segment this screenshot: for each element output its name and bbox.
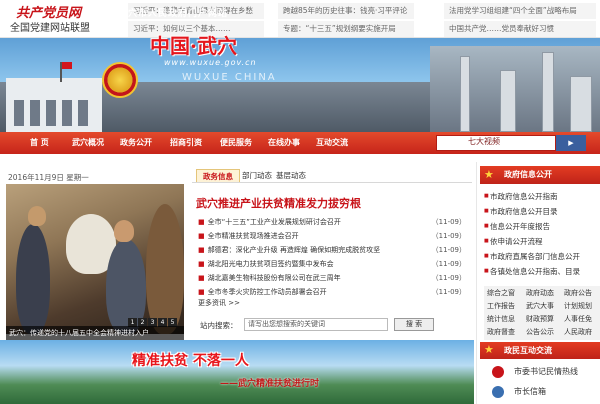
star-icon: ★ [484,168,494,181]
news-title[interactable]: 全市“十三五”工业产业发展规划研讨会召开 [208,218,341,226]
banner-url: www.wuxue.gov.cn [164,58,257,67]
bullet-icon: ■ [198,246,205,254]
grid-link[interactable]: 武穴大事 [526,301,554,311]
news-title[interactable]: 郝德君：深化产业升级 再造辉煌 确保如期完成脱贫攻坚 [208,246,380,254]
grid-link[interactable]: 综合之窗 [487,288,515,298]
headline[interactable]: 武穴推进产业扶贫精准发力拔穷根 [196,195,361,211]
banner-site-name: 湖北省武穴市人民政府门户网站 [88,9,229,19]
logo-subtitle[interactable]: 全国党建网站联盟 [10,19,90,34]
grid-link[interactable]: 政府督查 [487,327,515,337]
bullet-icon: ■ [198,260,205,268]
grid-link[interactable]: 计划规划 [564,301,592,311]
top-news-column-3: 法用党学习组组建“四个全面”战略布局 中国共产党……党员奉献好习惯 [444,3,596,37]
tab-gov-info[interactable]: 政务信息 [196,169,240,183]
gov-info-link[interactable]: 市政府信息公开指南 [484,190,600,203]
news-title[interactable]: 湖北阳光电力扶贫项目签约暨集中发布会 [208,260,334,268]
mayor-mailbox-label[interactable]: 市长信箱 [514,387,546,396]
banner-factory-image [430,46,600,132]
grid-link[interactable]: 人事任免 [564,314,592,324]
tab-grassroots-news[interactable]: 基层动态 [270,169,312,183]
current-date: 2016年11月9日 星期一 [8,173,89,182]
secretary-hotline-button[interactable]: 市委书记民情热线 [484,364,600,380]
news-item[interactable]: ■ 全市“十三五”工业产业发展规划研讨会召开 （11-09） [198,216,466,228]
grid-link[interactable]: 人民政府 [564,327,592,337]
tab-divider [192,182,472,183]
news-date: （11-09） [428,272,466,284]
news-item[interactable]: ■ 湖北阳光电力扶贫项目签约暨集中发布会 （11-09） [198,258,466,270]
banner-government-building [6,78,102,132]
news-date: （11-09） [428,216,466,228]
news-date: （11-09） [428,286,466,298]
more-link[interactable]: 更多资讯 >> [198,298,240,308]
gov-info-link[interactable]: 信息公开年度报告 [484,220,600,233]
poverty-banner-title: 精准扶贫 不落一人 [132,353,249,369]
site-search-label: 站内搜索： [200,321,238,330]
nav-item-gov-affairs[interactable]: 政务公开 [120,132,152,154]
national-emblem-icon [102,62,138,98]
news-title[interactable]: 全市冬季火灾防控工作动员部署会召开 [208,288,327,296]
news-photo[interactable] [6,184,184,334]
grid-link[interactable]: 财政预算 [526,314,554,324]
flag-icon [60,62,72,82]
photo-caption[interactable]: 武穴：传递党的十八届五中全会精神进村入户 [6,326,184,340]
nav-video-label[interactable]: 七大视频 [468,136,500,147]
top-news-column-2: 跨越85年的历史往事：钱亮·习平评论 专题：“十三五”规划纲要实施开局 [278,3,414,37]
news-date: （11-09） [428,258,466,270]
banner-title: 中国·武穴 [150,34,237,58]
top-news-link[interactable]: 法用党学习组组建“四个全面”战略布局 [444,3,596,19]
nav-item-services[interactable]: 便民服务 [220,132,252,154]
gov-info-title[interactable]: 政府信息公开 [480,166,600,184]
grid-link[interactable]: 政府动态 [526,288,554,298]
site-search-input[interactable]: 请写出您想搜索的关键词 [244,318,388,331]
gov-info-link[interactable]: 依申请公开流程 [484,235,600,248]
bullet-icon: ■ [198,232,205,240]
secretary-hotline-label[interactable]: 市委书记民情热线 [514,367,578,376]
news-item[interactable]: ■ 湖北嘉美生物科技股份有限公司在武三周年 （11-09） [198,272,466,284]
mailbox-icon [492,386,504,398]
news-title[interactable]: 全市精准扶贫现场推进会召开 [208,232,299,240]
interaction-title[interactable]: 政民互动交流 [480,342,600,359]
top-news-link[interactable]: 中国共产党……党员奉献好习惯 [444,21,596,37]
grid-link[interactable]: 政府公告 [564,288,592,298]
hotline-icon [492,366,504,378]
nav-search-button[interactable]: ▶ [556,135,586,151]
nav-item-online[interactable]: 在线办事 [268,132,300,154]
news-date: （11-09） [428,230,466,242]
mayor-mailbox-button[interactable]: 市长信箱 [484,384,600,400]
bullet-icon: ■ [198,274,205,282]
nav-item-home[interactable]: 首 页 [30,132,49,154]
news-item[interactable]: ■ 郝德君：深化产业升级 再造辉煌 确保如期完成脱贫攻坚 （11-09） [198,244,466,256]
poverty-banner-subtitle: ——武穴精准扶贫进行时 [220,379,320,389]
bullet-icon: ■ [198,218,205,226]
grid-link[interactable]: 统计信息 [487,314,515,324]
main-nav: 首 页 武穴概况 政务公开 招商引资 便民服务 在线办事 互动交流 [0,132,600,154]
news-title[interactable]: 湖北嘉美生物科技股份有限公司在武三周年 [208,274,341,282]
gov-info-link[interactable]: 市政府直属各部门信息公开 [484,250,600,263]
news-item[interactable]: ■ 全市冬季火灾防控工作动员部署会召开 （11-09） [198,286,466,298]
grid-link[interactable]: 公告公示 [526,327,554,337]
news-item[interactable]: ■ 全市精准扶贫现场推进会召开 （11-09） [198,230,466,242]
grid-link[interactable]: 工作报告 [487,301,515,311]
top-news-link[interactable]: 专题：“十三五”规划纲要实施开局 [278,21,414,37]
gov-info-link[interactable]: 各镇处信息公开指南、目录 [484,265,600,278]
star-icon: ★ [484,343,494,356]
nav-item-overview[interactable]: 武穴概况 [72,132,104,154]
gov-info-link[interactable]: 市政府信息公开目录 [484,205,600,218]
gov-info-grid: 综合之窗 政府动态 政府公告 工作报告 武穴大事 计划规划 统计信息 财政预算 … [484,286,600,340]
bullet-icon: ■ [198,288,205,296]
top-news-link[interactable]: 跨越85年的历史往事：钱亮·习平评论 [278,3,414,19]
site-banner [0,38,600,132]
news-date: （11-09） [428,244,466,256]
nav-item-investment[interactable]: 招商引资 [170,132,202,154]
banner-english-name: WUXUE CHINA [182,72,277,83]
nav-item-interaction[interactable]: 互动交流 [316,132,348,154]
site-search-button[interactable]: 搜 索 [394,318,434,331]
